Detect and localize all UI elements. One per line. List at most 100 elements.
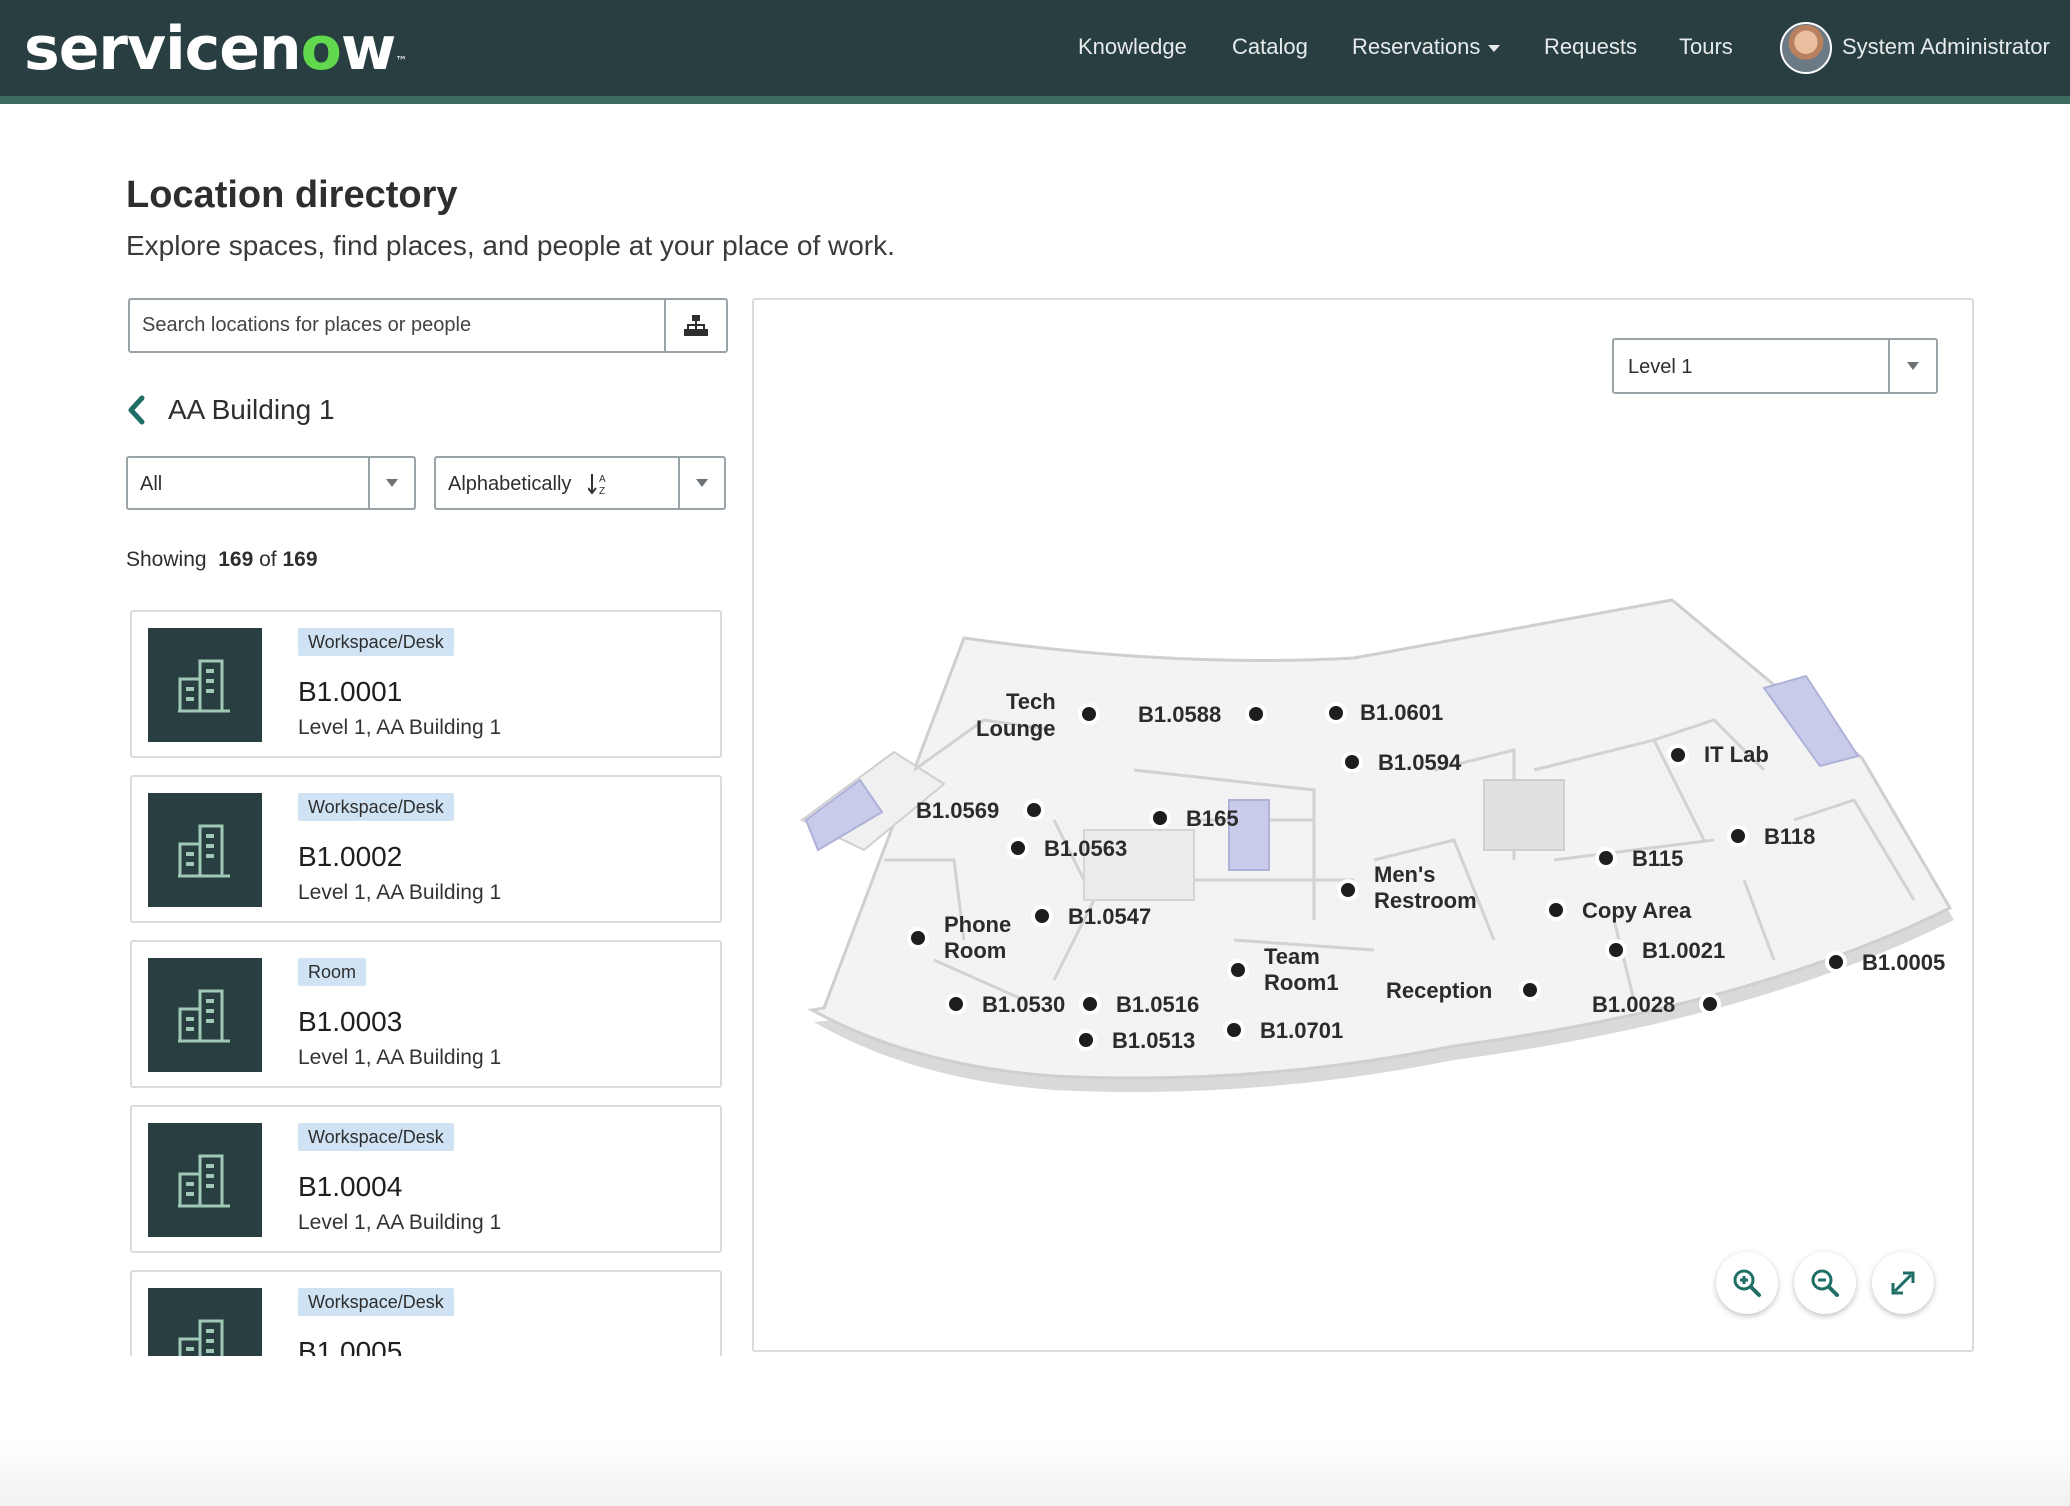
pin-team-room1[interactable]: [1227, 959, 1249, 981]
pin-b1-0701[interactable]: [1223, 1019, 1245, 1041]
pin-b1-0601[interactable]: [1325, 702, 1347, 724]
building-icon: [178, 824, 230, 878]
label-b1-0516: B1.0516: [1116, 992, 1199, 1017]
pin-b1-0547[interactable]: [1031, 905, 1053, 927]
zoom-out-icon: [1811, 1269, 1839, 1297]
label-copy-area: Copy Area: [1582, 898, 1692, 923]
pin-b1-0588[interactable]: [1245, 703, 1267, 725]
pin-b165[interactable]: [1149, 807, 1171, 829]
label-phone-room-1: Phone: [944, 912, 1011, 937]
label-mens-restroom-1: Men's: [1374, 862, 1435, 887]
pin-b1-0530[interactable]: [945, 993, 967, 1015]
pin-b1-0021[interactable]: [1605, 939, 1627, 961]
sort-select[interactable]: Alphabetically A Z: [434, 456, 726, 510]
nav-reservations[interactable]: Reservations: [1352, 34, 1501, 60]
pin-b1-0516[interactable]: [1079, 993, 1101, 1015]
top-navigation-bar: servicenow™ Knowledge Catalog Reservatio…: [0, 0, 2070, 96]
pin-b1-0005[interactable]: [1825, 951, 1847, 973]
fullscreen-button[interactable]: [1872, 1252, 1934, 1314]
location-name: B1.0001: [298, 676, 403, 707]
label-b1-0547: B1.0547: [1068, 904, 1151, 929]
caret-down-icon: [1488, 44, 1501, 52]
building-thumbnail: [148, 1123, 262, 1237]
label-b1-0588: B1.0588: [1138, 702, 1221, 727]
building-icon: [178, 989, 230, 1043]
page-subtitle: Explore spaces, find places, and people …: [126, 230, 895, 261]
pin-copy-area[interactable]: [1545, 899, 1567, 921]
label-b1-0005: B1.0005: [1862, 950, 1945, 975]
of-label: of: [259, 548, 277, 571]
pin-it-lab[interactable]: [1667, 744, 1689, 766]
zoom-out-button[interactable]: [1794, 1252, 1856, 1314]
floor-map-panel: Level 1 Tech Lounge B1.0588 B1.0601 B1.0…: [752, 298, 1974, 1352]
label-b1-0530: B1.0530: [982, 992, 1065, 1017]
location-path: Level 1, AA Building 1: [298, 716, 502, 739]
hierarchy-button[interactable]: [664, 300, 726, 351]
nav-knowledge[interactable]: Knowledge: [1078, 34, 1187, 60]
location-name: B1.0004: [298, 1171, 403, 1202]
pin-b1-0569[interactable]: [1023, 799, 1045, 821]
pin-b1-0513[interactable]: [1075, 1029, 1097, 1051]
location-name: B1.0002: [298, 841, 403, 872]
label-b1-0594: B1.0594: [1378, 750, 1462, 775]
zoom-in-button[interactable]: [1716, 1252, 1778, 1314]
location-type-badge: Room: [298, 958, 367, 986]
chevron-left-icon: [128, 395, 145, 425]
building-icon: [178, 1319, 224, 1356]
location-list[interactable]: Workspace/Desk B1.0001 Level 1, AA Build…: [126, 604, 736, 1356]
search-input[interactable]: [130, 300, 664, 351]
location-path: Level 1, AA Building 1: [298, 881, 502, 904]
label-it-lab: IT Lab: [1704, 742, 1769, 767]
pin-b1-0028[interactable]: [1699, 993, 1721, 1015]
type-filter-select[interactable]: All: [126, 456, 416, 510]
label-tech-lounge-1: Tech: [1006, 689, 1056, 714]
label-tech-lounge-2: Lounge: [976, 716, 1055, 741]
back-button[interactable]: [126, 390, 156, 430]
label-b1-0028: B1.0028: [1592, 992, 1675, 1017]
copy-block: [1483, 779, 1565, 851]
pin-b115[interactable]: [1595, 847, 1617, 869]
label-phone-room-2: Room: [944, 938, 1006, 963]
location-card[interactable]: Workspace/Desk B1.0004 Level 1, AA Build…: [130, 1105, 722, 1253]
zoom-in-icon: [1733, 1269, 1761, 1297]
total-count: 169: [282, 548, 318, 571]
location-type-badge: Workspace/Desk: [298, 1123, 454, 1151]
building-icon: [178, 659, 230, 713]
nav-requests[interactable]: Requests: [1544, 34, 1637, 60]
label-b115: B115: [1632, 846, 1683, 871]
svg-text:Z: Z: [599, 486, 605, 496]
location-search: [128, 298, 728, 353]
location-type-badge: Workspace/Desk: [298, 1288, 454, 1316]
shown-count: 169: [218, 548, 254, 571]
nav-tours[interactable]: Tours: [1679, 34, 1733, 60]
label-mens-restroom-2: Restroom: [1374, 888, 1477, 913]
pin-tech-lounge[interactable]: [1078, 703, 1100, 725]
label-b1-0569: B1.0569: [916, 798, 999, 823]
location-card[interactable]: Room B1.0003 Level 1, AA Building 1: [130, 940, 722, 1088]
nav-catalog[interactable]: Catalog: [1232, 34, 1308, 60]
building-thumbnail: [148, 958, 262, 1072]
label-b1-0563: B1.0563: [1044, 836, 1127, 861]
user-avatar[interactable]: [1780, 22, 1832, 74]
pin-b118[interactable]: [1727, 825, 1749, 847]
location-path: Level 1, AA Building 1: [298, 1211, 502, 1234]
location-card[interactable]: Workspace/Desk B1.0005: [130, 1270, 722, 1356]
location-card[interactable]: Workspace/Desk B1.0002 Level 1, AA Build…: [130, 775, 722, 923]
building-thumbnail: [148, 1288, 262, 1356]
floor-plan[interactable]: Tech Lounge B1.0588 B1.0601 B1.0594 IT L…: [754, 300, 1974, 1352]
location-path: Level 1, AA Building 1: [298, 1046, 502, 1069]
pin-b1-0563[interactable]: [1007, 837, 1029, 859]
user-menu[interactable]: System Administrator: [1842, 34, 2050, 60]
pin-b1-0594[interactable]: [1341, 751, 1363, 773]
label-b1-0513: B1.0513: [1112, 1028, 1195, 1053]
label-b165: B165: [1186, 806, 1239, 831]
servicenow-logo[interactable]: servicenow™: [24, 14, 407, 84]
label-team-room1-2: Room1: [1264, 970, 1339, 995]
location-name: B1.0005: [298, 1336, 403, 1356]
header-accent-stripe: [0, 96, 2070, 104]
type-filter-arrow: [368, 458, 414, 508]
pin-phone-room[interactable]: [907, 927, 929, 949]
pin-mens-restroom[interactable]: [1337, 879, 1359, 901]
location-card[interactable]: Workspace/Desk B1.0001 Level 1, AA Build…: [130, 610, 722, 758]
pin-reception[interactable]: [1519, 979, 1541, 1001]
